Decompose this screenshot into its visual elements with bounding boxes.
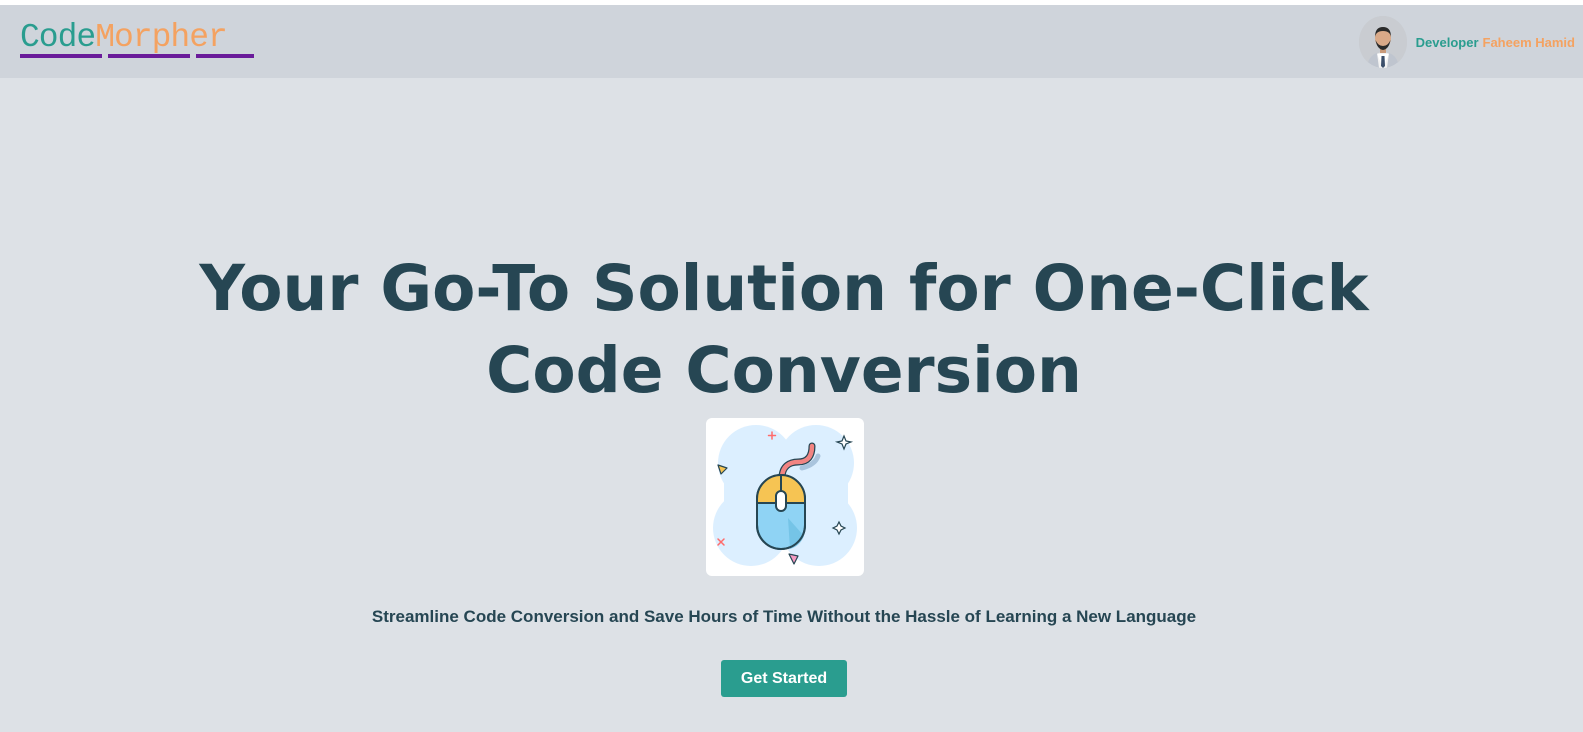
hero-tagline: Streamline Code Conversion and Save Hour… — [371, 607, 1197, 626]
hero-image — [706, 418, 864, 576]
mouse-icon — [713, 425, 857, 566]
avatar-photo — [1358, 16, 1407, 68]
developer-label: Developer — [1415, 34, 1479, 50]
avatar[interactable] — [1358, 16, 1407, 68]
logo-part-morpher: Morpher — [95, 19, 228, 56]
developer-name[interactable]: Faheem Hamid — [1483, 35, 1575, 50]
developer-credit: Developer Faheem Hamid — [1358, 16, 1575, 68]
get-started-button[interactable]: Get Started — [721, 660, 847, 697]
logo-underline — [20, 54, 254, 58]
logo[interactable]: Code Morpher — [20, 19, 254, 63]
navbar: Code Morpher Developer Faheem Hamid — [0, 5, 1583, 78]
logo-part-code: Code — [20, 19, 96, 56]
hero-title: Your Go-To Solution for One-Click Code C… — [199, 252, 1369, 407]
